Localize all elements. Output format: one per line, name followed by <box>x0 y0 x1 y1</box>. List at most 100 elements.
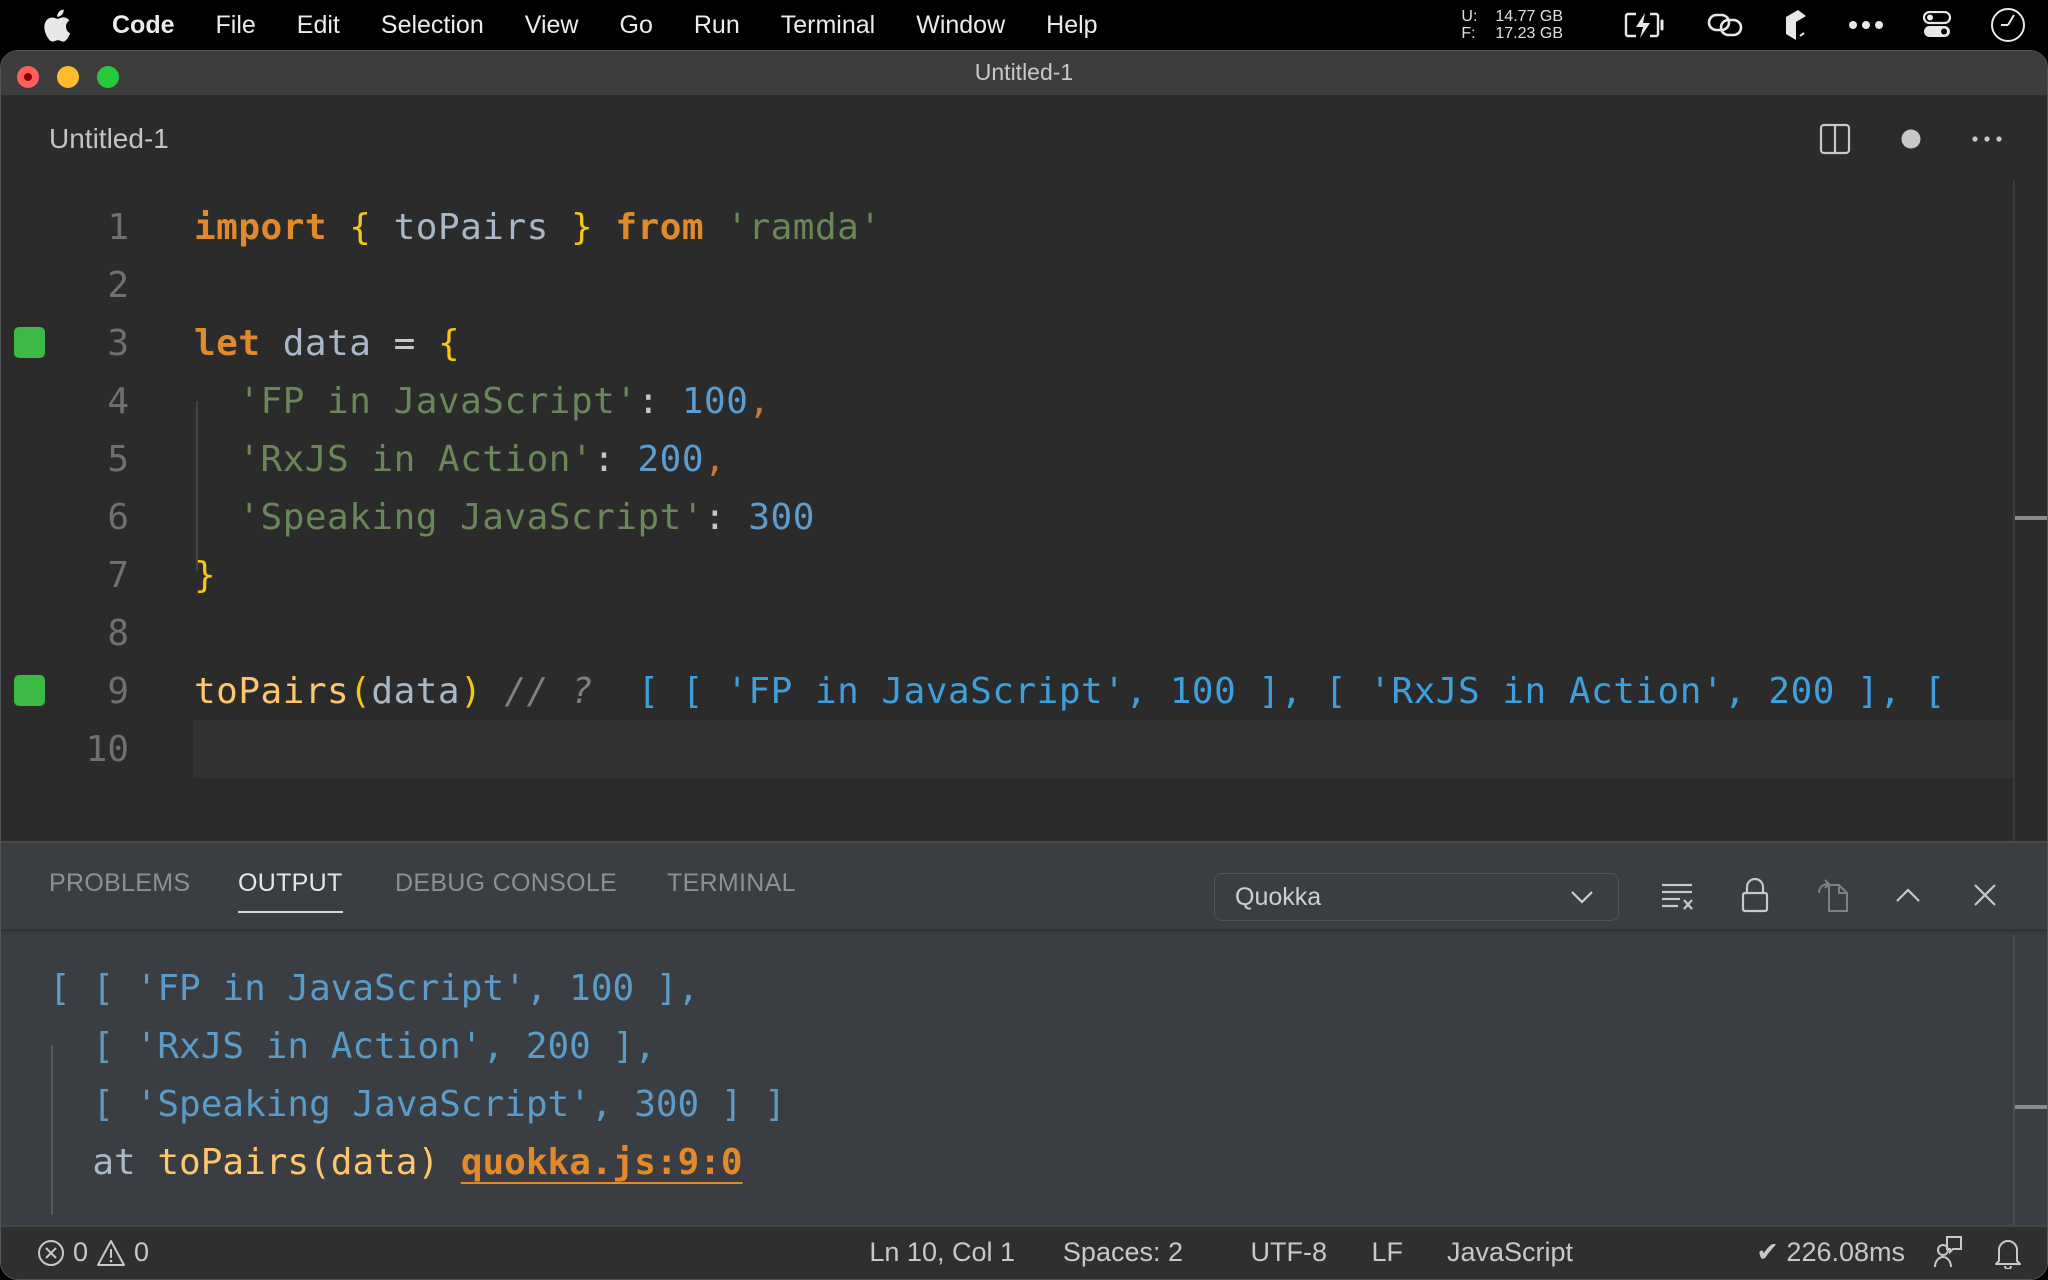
open-in-editor-icon[interactable] <box>1811 873 1855 917</box>
output-scrollbar-track[interactable] <box>2013 935 2015 1225</box>
menu-selection[interactable]: Selection <box>381 11 484 40</box>
menu-file[interactable]: File <box>216 11 256 40</box>
code-token: 'FP in JavaScript' <box>238 380 638 422</box>
code-text: 'RxJS in Action': 200, <box>194 439 726 480</box>
control-center-icon[interactable] <box>1922 11 1952 39</box>
quokka-inline-value: [ [ 'FP in JavaScript', 100 ], [ 'RxJS i… <box>637 670 1946 712</box>
memory-monitor[interactable]: U: 14.77 GB F: 17.23 GB <box>1461 8 1563 42</box>
quokka-timing[interactable]: ✔ 226.08ms <box>1756 1237 1905 1268</box>
code-token: 200 <box>637 438 705 480</box>
title-bar[interactable]: Untitled-1 <box>1 51 2047 95</box>
warning-count: 0 <box>134 1237 150 1267</box>
code-editor[interactable]: 1 import { toPairs } from 'ramda' 2 3 let da… <box>1 181 2013 841</box>
code-line[interactable]: 7} <box>1 546 2013 604</box>
output-source-link[interactable]: quokka.js:9:0 <box>461 1142 743 1183</box>
more-icon[interactable] <box>1848 20 1884 30</box>
editor-overview-ruler-cursor <box>2015 516 2047 520</box>
memory-used-label: U: <box>1461 8 1478 25</box>
editor-scrollbar-track[interactable] <box>2013 181 2015 841</box>
code-text: } <box>194 555 216 596</box>
clock-icon[interactable] <box>1990 7 2026 43</box>
code-line[interactable]: 9 toPairs(data) // ? [ [ 'FP in JavaScrip… <box>1 662 2013 720</box>
line-number: 6 <box>107 496 129 538</box>
line-number: 1 <box>107 206 129 248</box>
code-token: { <box>349 206 372 248</box>
line-number: 2 <box>107 264 129 306</box>
code-token: 300 <box>748 496 815 538</box>
menu-run[interactable]: Run <box>694 11 740 40</box>
tab-problems[interactable]: PROBLEMS <box>49 869 190 898</box>
memory-used-value: 14.77 GB <box>1495 8 1563 25</box>
code-line[interactable]: 3 let data = { <box>1 314 2013 372</box>
code-line[interactable]: 5 'RxJS in Action': 200, <box>1 430 2013 488</box>
code-token: : <box>637 380 682 422</box>
unsaved-dot-icon[interactable] <box>1891 119 1931 159</box>
more-actions-icon[interactable] <box>1967 119 2007 159</box>
editor-tab-untitled[interactable]: Untitled-1 <box>49 123 169 155</box>
menu-view[interactable]: View <box>525 11 579 40</box>
lock-scroll-icon[interactable] <box>1733 873 1777 917</box>
eol-status[interactable]: LF <box>1371 1237 1403 1268</box>
code-token: let <box>194 322 261 364</box>
code-token: : <box>704 496 749 538</box>
chevron-down-icon <box>1570 890 1594 904</box>
language-mode[interactable]: JavaScript <box>1447 1237 1573 1268</box>
clear-output-icon[interactable] <box>1656 875 1700 919</box>
code-line[interactable]: 4 'FP in JavaScript': 100, <box>1 372 2013 430</box>
apple-menu-icon[interactable] <box>42 8 72 42</box>
indentation-status[interactable]: Spaces: 2 <box>1063 1237 1183 1268</box>
maximize-panel-icon[interactable] <box>1886 873 1930 917</box>
code-line[interactable]: 2 <box>1 256 2013 314</box>
menu-app-code[interactable]: Code <box>112 11 175 40</box>
status-bar: 0 0 Ln 10, Col 1 Spaces: 2 UTF-8 LF Java… <box>1 1225 2047 1279</box>
code-text: import { toPairs } from 'ramda' <box>194 207 881 248</box>
menu-terminal[interactable]: Terminal <box>781 11 875 40</box>
package-icon[interactable] <box>1782 8 1810 42</box>
code-line[interactable]: 6 'Speaking JavaScript': 300 <box>1 488 2013 546</box>
output-channel-value: Quokka <box>1235 882 1322 911</box>
notifications-bell-icon[interactable] <box>1995 1235 2021 1276</box>
problems-status[interactable]: 0 0 <box>37 1237 157 1268</box>
vscode-window: Untitled-1 Untitled-1 1 import { toPairs … <box>0 50 2048 1280</box>
memory-free-value: 17.23 GB <box>1495 25 1563 42</box>
code-token: 'Speaking JavaScript' <box>238 496 705 538</box>
code-text: toPairs(data) // ? [ [ 'FP in JavaScript… <box>194 671 1946 712</box>
code-token: { <box>437 322 461 364</box>
encoding-status[interactable]: UTF-8 <box>1251 1237 1328 1268</box>
menu-window[interactable]: Window <box>916 11 1005 40</box>
cursor-position[interactable]: Ln 10, Col 1 <box>869 1237 1015 1268</box>
close-panel-icon[interactable] <box>1963 873 2007 917</box>
macos-menu-bar: Code File Edit Selection View Go Run Ter… <box>0 0 2048 50</box>
output-content[interactable]: [ [ 'FP in JavaScript', 100 ], [ 'RxJS i… <box>1 935 2013 1225</box>
feedback-icon[interactable] <box>1933 1235 1963 1276</box>
error-count: 0 <box>73 1237 89 1267</box>
code-line[interactable]: 1 import { toPairs } from 'ramda' <box>1 198 2013 256</box>
menu-go[interactable]: Go <box>620 11 653 40</box>
link-icon[interactable] <box>1706 10 1744 40</box>
battery-charging-icon[interactable] <box>1622 10 1668 40</box>
output-expression: toPairs(data) <box>157 1141 440 1183</box>
split-editor-icon[interactable] <box>1815 119 1855 159</box>
code-line[interactable]: 8 <box>1 604 2013 662</box>
tab-output[interactable]: OUTPUT <box>238 869 343 913</box>
tab-debug-console[interactable]: DEBUG CONSOLE <box>395 869 617 898</box>
code-token: data <box>371 670 461 712</box>
code-token: 'RxJS in Action' <box>238 438 594 480</box>
code-line[interactable]: 10 <box>1 720 2013 778</box>
menu-help[interactable]: Help <box>1046 11 1097 40</box>
code-token: = <box>393 322 416 364</box>
menu-bar-status-area: U: 14.77 GB F: 17.23 GB <box>1461 0 2048 50</box>
bottom-panel: PROBLEMS OUTPUT DEBUG CONSOLE TERMINAL Q… <box>1 841 2047 1225</box>
tab-terminal[interactable]: TERMINAL <box>667 869 796 898</box>
current-line-highlight <box>193 720 2013 778</box>
memory-free-label: F: <box>1461 25 1476 42</box>
code-token: ) <box>460 670 483 712</box>
code-token: , <box>748 380 771 422</box>
output-at-prefix: at <box>49 1141 158 1183</box>
menu-edit[interactable]: Edit <box>297 11 340 40</box>
code-token: } <box>194 554 217 596</box>
output-channel-select[interactable]: Quokka <box>1214 873 1619 921</box>
